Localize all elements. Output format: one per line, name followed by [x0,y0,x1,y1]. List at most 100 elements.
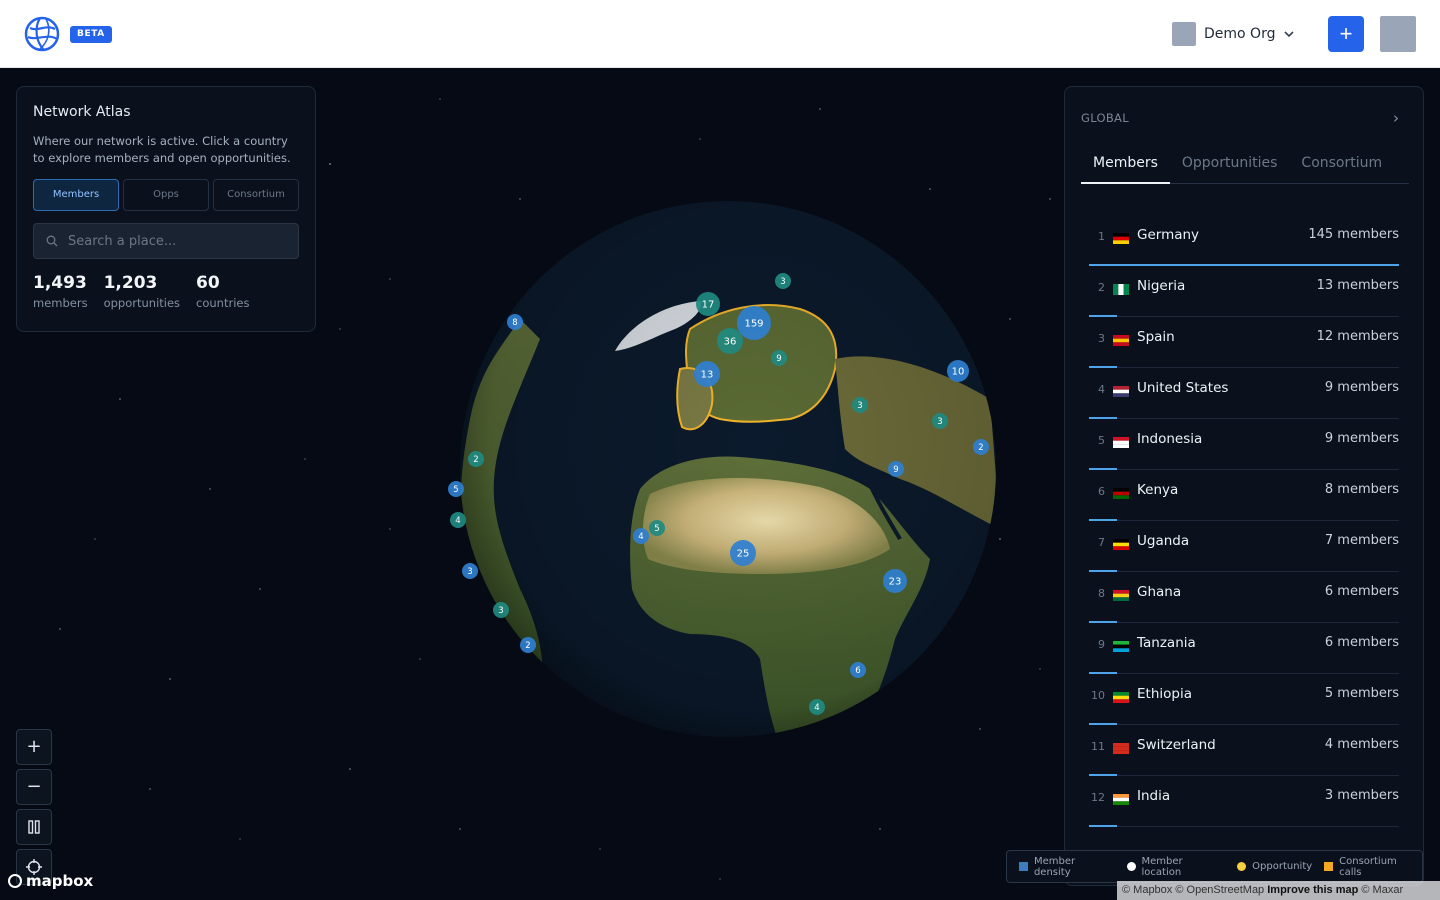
row-country: Uganda [1137,533,1190,549]
cluster-marker[interactable]: 10 [947,360,969,382]
row-country: Tanzania [1137,635,1196,651]
row-country: India [1137,788,1171,804]
cluster-count: 17 [702,300,715,311]
cluster-marker[interactable]: 4 [633,528,649,544]
row-rank: 6 [1098,485,1105,498]
tab-opps[interactable]: Opps [123,179,209,211]
chevron-right-icon[interactable]: › [1393,109,1399,127]
ranking-tabs: Members Opportunities Consortium [1081,149,1409,184]
attribution-improve[interactable]: Improve this map [1267,884,1358,896]
cluster-marker[interactable]: 4 [450,512,466,528]
cluster-marker[interactable]: 6 [850,662,866,678]
tab-consortium[interactable]: Consortium [213,179,299,211]
country-row[interactable]: 10 Ethiopia 5 members [1089,674,1399,725]
attribution-mapbox[interactable]: © Mapbox [1122,884,1172,896]
row-rank: 8 [1098,587,1105,600]
cluster-count: 8 [512,318,517,328]
row-country: Ghana [1137,584,1182,600]
country-row[interactable]: 4 United States 9 members [1089,368,1399,419]
country-row[interactable]: 9 Tanzania 6 members [1089,623,1399,674]
attribution-maxar[interactable]: © Maxar [1361,884,1403,896]
row-rank: 7 [1098,536,1105,549]
row-country: United States [1137,380,1229,396]
cluster-marker[interactable]: 159 [737,306,771,340]
user-avatar[interactable] [1380,16,1416,52]
stat-label: countries [196,296,250,310]
cluster-marker[interactable]: 23 [883,569,907,593]
legend-label: Opportunity [1252,861,1313,872]
pause-icon [28,820,40,834]
cluster-marker[interactable]: 9 [888,461,904,477]
country-row[interactable]: 3 Spain 12 members [1089,317,1399,368]
cluster-marker[interactable]: 3 [493,602,509,618]
cluster-marker[interactable]: 9 [771,350,787,366]
country-row[interactable]: 12 India 3 members [1089,776,1399,827]
cluster-marker[interactable]: 2 [468,451,484,467]
network-atlas-panel: Network Atlas Where our network is activ… [16,86,316,332]
flag-icon [1113,641,1129,652]
cluster-marker[interactable]: 2 [973,439,989,455]
add-button[interactable]: + [1328,16,1364,52]
country-row[interactable]: 2 Nigeria 13 members [1089,266,1399,317]
legend-item: Member density [1019,856,1115,878]
pause-rotation-button[interactable] [16,809,52,845]
row-count: 6 members [1324,635,1399,650]
map-attribution: © Mapbox © OpenStreetMap Improve this ma… [1117,881,1440,900]
legend-swatch [1019,862,1028,871]
flag-icon [1113,233,1129,244]
cluster-marker[interactable]: 3 [775,273,791,289]
globe-logo-icon[interactable] [24,16,60,52]
stat-value: 60 [196,273,220,293]
tab-members[interactable]: Members [1081,149,1170,184]
attribution-osm[interactable]: © OpenStreetMap [1175,884,1264,896]
globe-shading [460,201,996,737]
country-row[interactable]: 11 Switzerland 4 members [1089,725,1399,776]
cluster-count: 6 [855,666,860,676]
country-row[interactable]: 7 Uganda 7 members [1089,521,1399,572]
zoom-in-button[interactable]: + [16,729,52,765]
stat-label: opportunities [103,296,181,310]
map-legend: Member density Member location Opportunity… [1006,850,1423,883]
cluster-marker[interactable]: 5 [649,520,665,536]
search-icon [46,235,58,247]
country-row[interactable]: 6 Kenya 8 members [1089,470,1399,521]
stat-countries: 60 countries [196,273,249,310]
country-row[interactable]: 1 Germany 145 members [1089,215,1399,266]
cluster-count: 3 [780,277,785,287]
country-row[interactable]: 8 Ghana 6 members [1089,572,1399,623]
row-rank: 1 [1098,230,1105,243]
row-count: 4 members [1324,737,1399,752]
stat-members: 1,493 members [33,273,88,310]
top-bar: BETA Demo Org + [0,0,1440,68]
cluster-count: 36 [724,337,737,348]
cluster-count: 3 [467,567,472,577]
mapbox-logo[interactable]: mapbox [8,872,93,890]
cluster-count: 3 [857,401,862,411]
search-input[interactable] [68,233,278,249]
legend-item: Opportunity [1237,861,1312,872]
country-row[interactable]: 5 Indonesia 9 members [1089,419,1399,470]
cluster-marker[interactable]: 25 [730,540,756,566]
cluster-marker[interactable]: 3 [462,563,478,579]
cluster-count: 10 [952,367,965,378]
row-rank: 9 [1098,638,1105,651]
cluster-marker[interactable]: 3 [852,397,868,413]
cluster-marker[interactable]: 36 [717,328,743,354]
cluster-count: 3 [937,417,942,427]
zoom-out-button[interactable]: − [16,769,52,805]
cluster-marker[interactable]: 5 [448,481,464,497]
cluster-marker[interactable]: 8 [507,314,523,330]
org-switcher[interactable]: Demo Org [1172,22,1295,46]
tab-consortium[interactable]: Consortium [1289,149,1394,184]
map-canvas[interactable]: 159 36 17 13 9 3 25 23 10 9 5 4 3 3 6 4 8 2 5 4 3 3 2 2 Network… [0,69,1440,900]
cluster-marker[interactable]: 13 [694,361,720,387]
cluster-marker[interactable]: 17 [696,292,720,316]
row-count: 9 members [1324,431,1399,446]
cluster-marker[interactable]: 4 [809,699,825,715]
tab-members[interactable]: Members [33,179,119,211]
cluster-marker[interactable]: 3 [932,413,948,429]
tab-opportunities[interactable]: Opportunities [1170,149,1290,184]
cluster-marker[interactable]: 2 [520,637,536,653]
flag-icon [1113,692,1129,703]
row-country: Ethiopia [1137,686,1192,702]
